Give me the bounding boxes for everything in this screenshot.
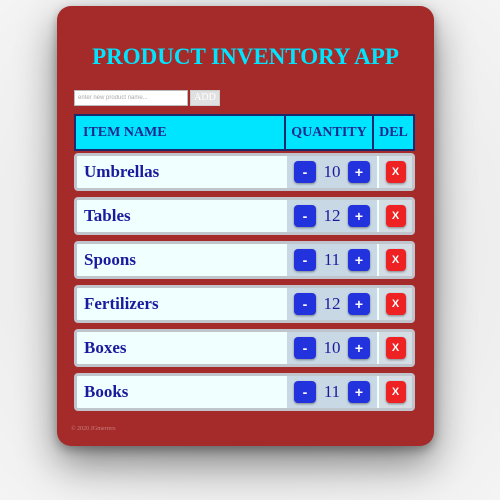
increase-button[interactable]: + [348, 161, 370, 183]
decrease-button[interactable]: - [294, 205, 316, 227]
header-quantity: QUANTITY [286, 116, 374, 149]
decrease-button[interactable]: - [294, 293, 316, 315]
item-name: Boxes [84, 338, 127, 357]
quantity-stepper: - 12 + [287, 288, 377, 320]
delete-cell: X [379, 332, 412, 364]
header-del: DEL [379, 124, 408, 140]
table-row: Spoons - 11 + X [74, 241, 415, 279]
delete-button[interactable]: X [385, 293, 406, 315]
delete-button[interactable]: X [385, 337, 406, 359]
item-name: Umbrellas [84, 162, 160, 181]
delete-cell: X [379, 200, 412, 232]
table-row: Boxes - 10 + X [74, 329, 415, 367]
delete-button[interactable]: X [385, 205, 406, 227]
quantity-value: 11 [323, 250, 341, 269]
quantity-stepper: - 10 + [287, 156, 377, 188]
decrease-button[interactable]: - [294, 161, 316, 183]
new-product-input[interactable] [74, 90, 188, 106]
increase-button[interactable]: + [348, 381, 370, 403]
item-name: Spoons [84, 250, 136, 269]
item-list: Umbrellas - 10 + X Tables - 12 + X Spoon… [74, 153, 415, 417]
decrease-button[interactable]: - [294, 249, 316, 271]
item-name: Fertilizers [84, 294, 159, 313]
app-title: PRODUCT INVENTORY APP [92, 44, 399, 69]
table-row: Fertilizers - 12 + X [74, 285, 415, 323]
delete-cell: X [379, 244, 412, 276]
delete-cell: X [379, 376, 412, 408]
copyright-footer: © 2020 JGmerrers [71, 426, 116, 432]
increase-button[interactable]: + [348, 293, 370, 315]
quantity-value: 12 [323, 206, 341, 225]
delete-button[interactable]: X [385, 249, 406, 271]
quantity-value: 10 [323, 162, 341, 181]
item-name: Books [84, 382, 129, 401]
item-name: Tables [84, 206, 131, 225]
decrease-button[interactable]: - [294, 381, 316, 403]
quantity-value: 11 [323, 382, 341, 401]
delete-button[interactable]: X [385, 381, 406, 403]
delete-cell: X [379, 288, 412, 320]
table-row: Tables - 12 + X [74, 197, 415, 235]
quantity-stepper: - 12 + [287, 200, 377, 232]
quantity-stepper: - 11 + [287, 376, 377, 408]
increase-button[interactable]: + [348, 337, 370, 359]
quantity-stepper: - 11 + [287, 244, 377, 276]
quantity-stepper: - 10 + [287, 332, 377, 364]
delete-button[interactable]: X [385, 161, 406, 183]
quantity-value: 10 [323, 338, 341, 357]
table-header: ITEM NAME QUANTITY DEL [74, 114, 415, 151]
delete-cell: X [379, 156, 412, 188]
increase-button[interactable]: + [348, 249, 370, 271]
quantity-value: 12 [323, 294, 341, 313]
add-product-form: ADD [74, 90, 220, 106]
decrease-button[interactable]: - [294, 337, 316, 359]
increase-button[interactable]: + [348, 205, 370, 227]
add-button[interactable]: ADD [190, 90, 220, 106]
table-row: Books - 11 + X [74, 373, 415, 411]
inventory-card: PRODUCT INVENTORY APP ADD ITEM NAME QUAN… [57, 6, 434, 446]
header-item-name: ITEM NAME [76, 116, 286, 149]
table-row: Umbrellas - 10 + X [74, 153, 415, 191]
